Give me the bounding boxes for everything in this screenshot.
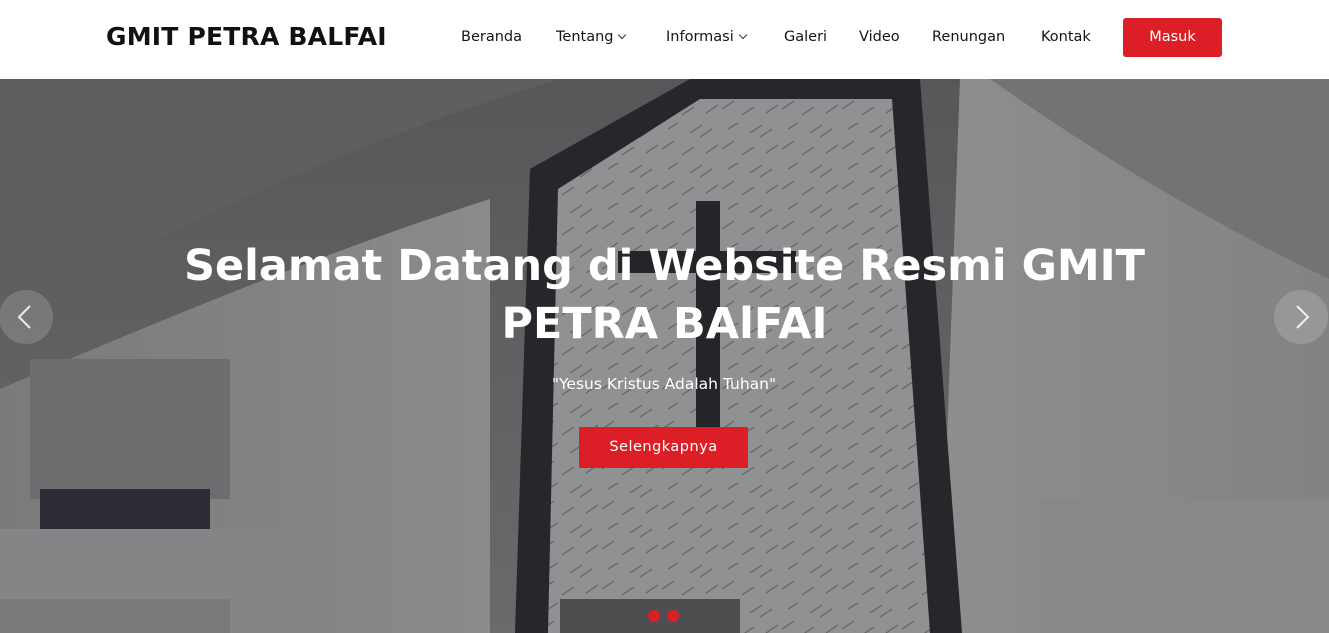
read-more-button[interactable]: Selengkapnya (579, 427, 748, 468)
nav-item-beranda[interactable]: Beranda (461, 26, 522, 48)
nav-label: Video (859, 29, 900, 45)
nav-label: Kontak (1041, 29, 1091, 45)
slider-dot-2[interactable] (667, 610, 679, 622)
nav-label: Galeri (784, 29, 828, 45)
hero-overlay (0, 79, 1329, 633)
site-logo[interactable]: GMIT PETRA BALFAI (106, 20, 387, 54)
nav-label: Tentang (556, 29, 614, 45)
nav-item-galeri[interactable]: Galeri (784, 26, 827, 48)
nav-label: Renungan (932, 29, 1006, 45)
nav-label: Informasi (666, 29, 734, 45)
nav-item-kontak[interactable]: Kontak (1041, 26, 1091, 48)
slider-next-button[interactable] (1274, 290, 1328, 344)
login-button[interactable]: Masuk (1123, 18, 1222, 57)
nav-item-tentang[interactable]: Tentang (556, 26, 627, 48)
nav-item-renungan[interactable]: Renungan (932, 26, 1005, 48)
nav-item-informasi[interactable]: Informasi (666, 26, 747, 48)
nav-item-video[interactable]: Video (859, 26, 900, 48)
hero-slider: Selamat Datang di Website Resmi GMIT PET… (0, 79, 1329, 633)
hero-subtitle: "Yesus Kristus Adalah Tuhan" (551, 375, 777, 393)
chevron-left-icon (17, 305, 31, 329)
slider-dot-1[interactable] (648, 610, 660, 622)
site-header: GMIT PETRA BALFAI Beranda Tentang Inform… (0, 0, 1329, 79)
chevron-down-icon (738, 30, 747, 40)
chevron-down-icon (618, 30, 627, 40)
hero-title: Selamat Datang di Website Resmi GMIT PET… (183, 241, 1146, 349)
nav-label: Beranda (461, 29, 522, 45)
chevron-right-icon (1296, 305, 1310, 329)
slider-prev-button[interactable] (0, 290, 53, 344)
